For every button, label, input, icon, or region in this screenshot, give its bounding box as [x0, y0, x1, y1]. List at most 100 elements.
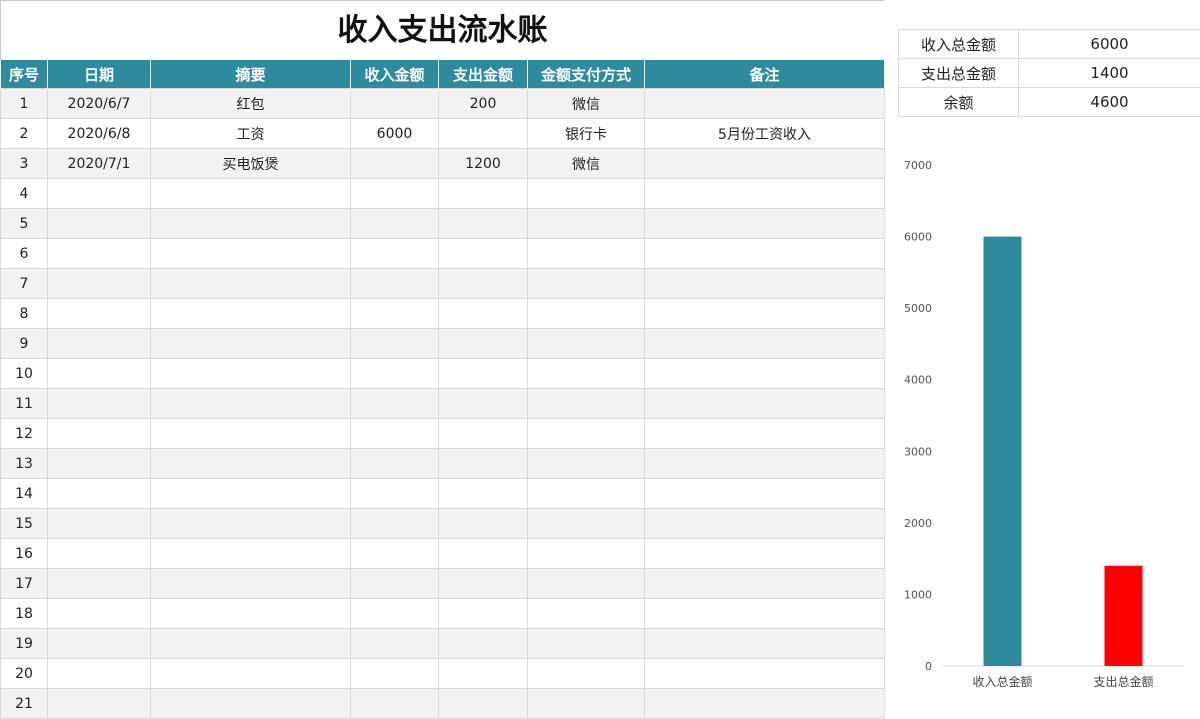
cell-date[interactable]: [48, 629, 151, 659]
header-income[interactable]: 收入金额: [351, 60, 439, 89]
cell-summary[interactable]: [151, 209, 351, 239]
cell-summary[interactable]: 买电饭煲: [151, 149, 351, 179]
cell-notes[interactable]: [645, 509, 885, 539]
cell-income[interactable]: [351, 569, 439, 599]
cell-notes[interactable]: 5月份工资收入: [645, 119, 885, 149]
cell-payment-method[interactable]: [528, 329, 645, 359]
cell-income[interactable]: [351, 479, 439, 509]
header-expense[interactable]: 支出金额: [439, 60, 528, 89]
cell-date[interactable]: [48, 359, 151, 389]
cell-summary[interactable]: [151, 299, 351, 329]
cell-notes[interactable]: [645, 389, 885, 419]
cell-income[interactable]: [351, 689, 439, 719]
summary-value-income[interactable]: 6000: [1019, 30, 1200, 59]
cell-payment-method[interactable]: [528, 569, 645, 599]
cell-index[interactable]: 4: [1, 179, 48, 209]
cell-summary[interactable]: [151, 269, 351, 299]
cell-expense[interactable]: [439, 599, 528, 629]
cell-index[interactable]: 14: [1, 479, 48, 509]
cell-summary[interactable]: [151, 179, 351, 209]
cell-notes[interactable]: [645, 239, 885, 269]
cell-notes[interactable]: [645, 599, 885, 629]
cell-date[interactable]: [48, 449, 151, 479]
cell-payment-method[interactable]: [528, 179, 645, 209]
bar-expense-total[interactable]: [1105, 566, 1143, 666]
cell-notes[interactable]: [645, 479, 885, 509]
cell-income[interactable]: 6000: [351, 119, 439, 149]
cell-income[interactable]: [351, 539, 439, 569]
cell-expense[interactable]: [439, 329, 528, 359]
cell-date[interactable]: [48, 509, 151, 539]
cell-expense[interactable]: [439, 359, 528, 389]
cell-payment-method[interactable]: [528, 449, 645, 479]
cell-index[interactable]: 20: [1, 659, 48, 689]
summary-value-balance[interactable]: 4600: [1019, 88, 1200, 117]
cell-expense[interactable]: [439, 239, 528, 269]
cell-expense[interactable]: 200: [439, 89, 528, 119]
cell-notes[interactable]: [645, 299, 885, 329]
cell-date[interactable]: [48, 179, 151, 209]
cell-expense[interactable]: [439, 209, 528, 239]
cell-income[interactable]: [351, 359, 439, 389]
cell-date[interactable]: [48, 539, 151, 569]
cell-summary[interactable]: [151, 659, 351, 689]
cell-notes[interactable]: [645, 329, 885, 359]
cell-index[interactable]: 9: [1, 329, 48, 359]
header-summary[interactable]: 摘要: [151, 60, 351, 89]
cell-expense[interactable]: [439, 299, 528, 329]
summary-value-expense[interactable]: 1400: [1019, 59, 1200, 88]
cell-expense[interactable]: [439, 119, 528, 149]
cell-summary[interactable]: [151, 629, 351, 659]
cell-index[interactable]: 11: [1, 389, 48, 419]
cell-date[interactable]: [48, 209, 151, 239]
cell-index[interactable]: 7: [1, 269, 48, 299]
cell-income[interactable]: [351, 599, 439, 629]
cell-index[interactable]: 2: [1, 119, 48, 149]
cell-notes[interactable]: [645, 689, 885, 719]
cell-payment-method[interactable]: [528, 389, 645, 419]
cell-notes[interactable]: [645, 449, 885, 479]
cell-expense[interactable]: [439, 449, 528, 479]
cell-date[interactable]: [48, 299, 151, 329]
cell-date[interactable]: [48, 599, 151, 629]
cell-expense[interactable]: [439, 689, 528, 719]
cell-index[interactable]: 12: [1, 419, 48, 449]
summary-label-balance[interactable]: 余额: [899, 88, 1019, 117]
cell-payment-method[interactable]: [528, 359, 645, 389]
cell-index[interactable]: 21: [1, 689, 48, 719]
cell-payment-method[interactable]: [528, 299, 645, 329]
header-payment-method[interactable]: 金额支付方式: [528, 60, 645, 89]
cell-notes[interactable]: [645, 149, 885, 179]
cell-notes[interactable]: [645, 629, 885, 659]
totals-bar-chart[interactable]: 01000200030004000500060007000收入总金额支出总金额: [884, 150, 1200, 709]
cell-summary[interactable]: [151, 359, 351, 389]
cell-income[interactable]: [351, 629, 439, 659]
cell-date[interactable]: [48, 269, 151, 299]
cell-notes[interactable]: [645, 269, 885, 299]
cell-index[interactable]: 13: [1, 449, 48, 479]
cell-date[interactable]: [48, 239, 151, 269]
cell-date[interactable]: [48, 329, 151, 359]
cell-notes[interactable]: [645, 89, 885, 119]
cell-summary[interactable]: [151, 479, 351, 509]
cell-notes[interactable]: [645, 179, 885, 209]
cell-income[interactable]: [351, 269, 439, 299]
cell-payment-method[interactable]: [528, 239, 645, 269]
summary-label-income[interactable]: 收入总金额: [899, 30, 1019, 59]
cell-income[interactable]: [351, 209, 439, 239]
header-date[interactable]: 日期: [48, 60, 151, 89]
cell-summary[interactable]: [151, 329, 351, 359]
cell-payment-method[interactable]: [528, 539, 645, 569]
cell-summary[interactable]: 工资: [151, 119, 351, 149]
cell-income[interactable]: [351, 329, 439, 359]
cell-expense[interactable]: [439, 539, 528, 569]
cell-income[interactable]: [351, 449, 439, 479]
cell-payment-method[interactable]: [528, 689, 645, 719]
cell-notes[interactable]: [645, 419, 885, 449]
cell-income[interactable]: [351, 419, 439, 449]
cell-payment-method[interactable]: [528, 419, 645, 449]
header-notes[interactable]: 备注: [645, 60, 885, 89]
cell-income[interactable]: [351, 149, 439, 179]
cell-index[interactable]: 15: [1, 509, 48, 539]
header-index[interactable]: 序号: [1, 60, 48, 89]
